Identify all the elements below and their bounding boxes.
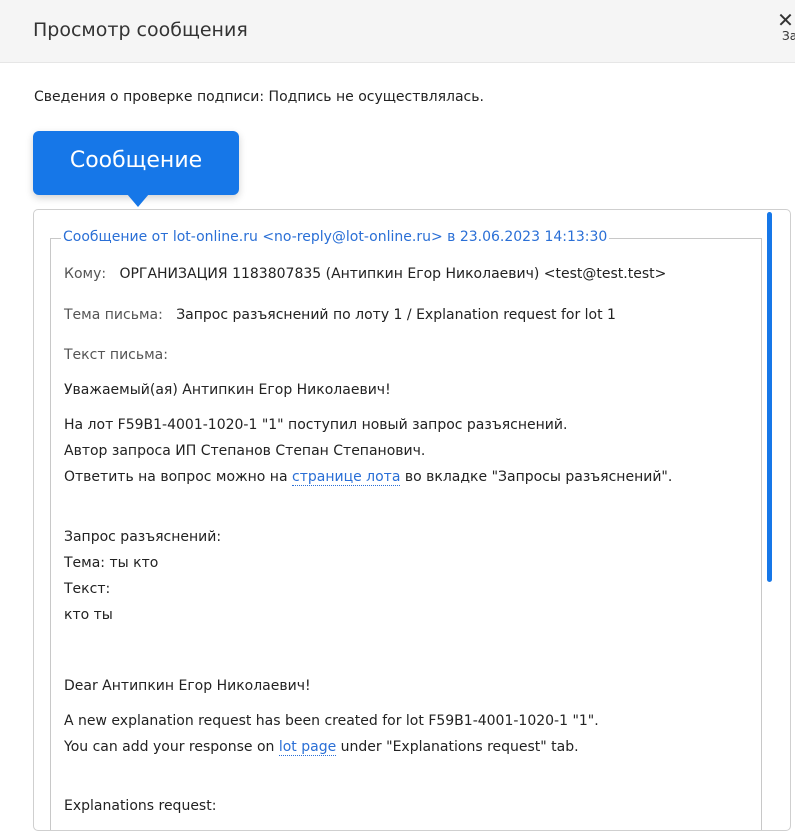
to-row: Кому: ОРГАНИЗАЦИЯ 1183807835 (Антипкин Е… (64, 266, 666, 282)
lot-page-link-ru[interactable]: странице лота (292, 469, 401, 486)
lot-page-link-en[interactable]: lot page (278, 739, 337, 756)
message-panel: Сообщение от lot-online.ru <no-reply@lot… (33, 209, 791, 831)
ru-line-2: Автор запроса ИП Степанов Степан Степано… (64, 443, 426, 459)
en-line-1: A new explanation request has been creat… (64, 713, 599, 729)
close-label: За (782, 29, 795, 43)
dialog-title: Просмотр сообщения (33, 19, 248, 41)
dialog-header: Просмотр сообщения ✕ За (0, 0, 795, 63)
greeting-ru: Уважаемый(ая) Антипкин Егор Николаевич! (64, 382, 391, 398)
ru-line-3: Ответить на вопрос можно на странице лот… (64, 469, 673, 486)
close-button[interactable]: ✕ За (776, 10, 795, 42)
request-title-en: Explanations request: (64, 798, 217, 814)
scrollbar[interactable] (767, 212, 772, 582)
ru-line-3-prefix: Ответить на вопрос можно на (64, 469, 288, 485)
request-text-ru: кто ты (64, 607, 113, 623)
to-label: Кому: (64, 266, 107, 282)
message-legend: Сообщение от lot-online.ru <no-reply@lot… (61, 229, 610, 245)
en-line-2-suffix: under "Explanations request" tab. (340, 739, 579, 755)
to-value: ОРГАНИЗАЦИЯ 1183807835 (Антипкин Егор Ни… (119, 266, 667, 282)
subject-label: Тема письма: (64, 307, 163, 323)
request-text-label-ru: Текст: (64, 581, 111, 597)
tab-message-label: Сообщение (69, 148, 203, 173)
subject-value: Запрос разъяснений по лоту 1 / Explanati… (176, 307, 616, 323)
en-line-2: You can add your response on lot page un… (64, 739, 579, 756)
request-title-ru: Запрос разъяснений: (64, 529, 222, 545)
close-icon: ✕ (777, 8, 794, 32)
request-subject-ru: Тема: ты кто (64, 555, 159, 571)
tab-message[interactable]: Сообщение (33, 131, 239, 195)
greeting-en: Dear Антипкин Егор Николаевич! (64, 678, 311, 694)
tab-pointer (127, 194, 149, 207)
body-label: Текст письма: (64, 347, 168, 363)
signature-info: Сведения о проверке подписи: Подпись не … (34, 89, 484, 105)
en-line-2-prefix: You can add your response on (64, 739, 275, 755)
subject-row: Тема письма: Запрос разъяснений по лоту … (64, 307, 616, 323)
ru-line-1: На лот F59B1-4001-1020-1 "1" поступил но… (64, 417, 568, 433)
ru-line-3-suffix: во вкладке "Запросы разъяснений". (404, 469, 673, 485)
